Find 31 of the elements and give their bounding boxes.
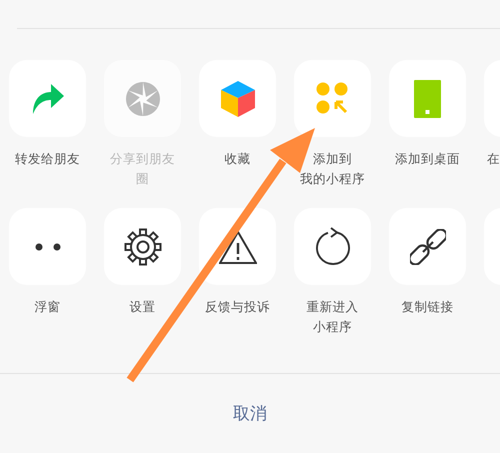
reload-icon [314,226,352,266]
action-tile[interactable] [9,60,86,137]
action-label: 设置 [130,298,156,316]
link-icon [410,228,446,264]
action-tile[interactable] [199,60,276,137]
cube-icon [220,80,256,118]
settings-icon [124,228,162,266]
action-tile[interactable] [104,208,181,285]
action-label: 收藏 [224,150,250,168]
share-arrow-icon [30,82,64,114]
action-label: 添加到 [313,150,352,168]
action-label: 我的小程序 [300,170,365,188]
action-tile[interactable] [294,208,371,285]
action-label: 复制链接 [402,298,454,316]
action-tile[interactable] [9,208,86,285]
dots-arrow-icon [316,82,350,116]
cancel-button[interactable]: 取消 [227,400,273,427]
action-label: 分享到朋友圈 [109,150,176,188]
action-label: 重新进入 [306,298,358,316]
action-label: 浮窗 [34,298,60,316]
action-label: 在 [487,150,500,168]
action-label: 转发给朋友 [15,150,80,168]
action-label: 小程序 [313,318,352,336]
action-tile[interactable] [389,208,466,285]
action-label: 添加到桌面 [395,150,460,168]
action-tile[interactable] [294,60,371,137]
action-label: 反馈与投诉 [205,298,270,316]
action-tile[interactable] [389,60,466,137]
phone-icon [414,80,441,118]
warning-icon [218,230,256,264]
two-dots-icon [34,242,60,250]
